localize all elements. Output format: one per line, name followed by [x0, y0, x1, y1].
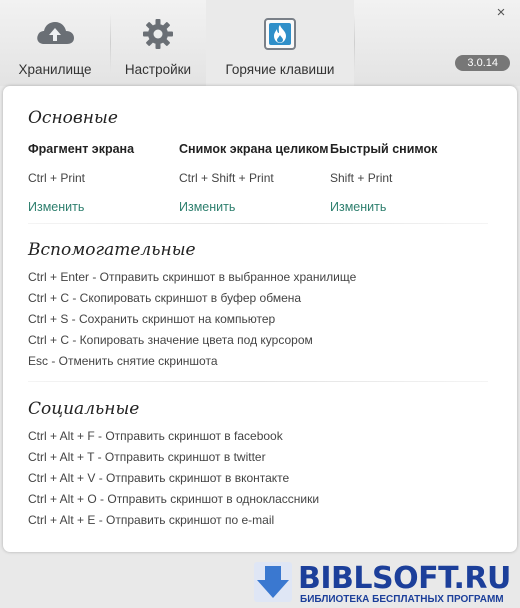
tab-storage-label: Хранилище [18, 62, 92, 77]
hotkey-column-quick: Быстрый снимок Shift + Print Изменить [330, 142, 480, 214]
hotkey-keys: Shift + Print [330, 171, 393, 185]
hotkey-line: Ctrl + Alt + V - Отправить скриншот в вк… [28, 471, 290, 485]
tab-storage[interactable]: Хранилище [0, 0, 110, 86]
watermark-brand: BIBLSOFT.RU [298, 561, 511, 596]
tab-hotkeys[interactable]: Горячие клавиши [206, 0, 354, 86]
change-link[interactable]: Изменить [28, 200, 178, 214]
watermark: BIBLSOFT.RU БИБЛИОТЕКА БЕСПЛАТНЫХ ПРОГРА… [250, 558, 520, 608]
version-badge: 3.0.14 [455, 55, 510, 71]
tab-hotkeys-label: Горячие клавиши [225, 62, 335, 77]
hotkey-title: Быстрый снимок [330, 142, 438, 156]
hotkey-line: Esc - Отменить снятие скриншота [28, 354, 218, 368]
hotkey-line: Ctrl + Alt + F - Отправить скриншот в fa… [28, 429, 283, 443]
hotkey-title: Фрагмент экрана [28, 142, 135, 156]
tab-settings-label: Настройки [124, 62, 192, 77]
section-title-social: Социальные [28, 399, 140, 419]
hotkey-line: Ctrl + C - Скопировать скриншот в буфер … [28, 291, 302, 305]
hotkey-line: Ctrl + Alt + O - Отправить скриншот в од… [28, 492, 320, 506]
hotkey-line: Ctrl + S - Сохранить скриншот на компьют… [28, 312, 276, 326]
hotkeys-panel: Основные Фрагмент экрана Ctrl + Print Из… [3, 86, 517, 552]
change-link[interactable]: Изменить [330, 200, 480, 214]
hotkey-column-fragment: Фрагмент экрана Ctrl + Print Изменить [28, 142, 178, 214]
change-link[interactable]: Изменить [179, 200, 329, 214]
hotkey-keys: Ctrl + Print [28, 171, 86, 185]
hotkey-line: Ctrl + Enter - Отправить скриншот в выбр… [28, 270, 357, 284]
hotkey-column-fullscreen: Снимок экрана целиком Ctrl + Shift + Pri… [179, 142, 329, 214]
section-title-main: Основные [28, 108, 118, 128]
toolbar: Хранилище Настройки Горячие клавиши 3.0.… [0, 0, 520, 86]
section-divider [28, 381, 488, 382]
toolbar-divider [354, 14, 355, 72]
hotkey-line: Ctrl + Alt + E - Отправить скриншот по e… [28, 513, 275, 527]
hotkey-line: Ctrl + C - Копировать значение цвета под… [28, 333, 313, 347]
flame-icon [264, 18, 296, 53]
section-divider [28, 223, 488, 224]
hotkey-title: Снимок экрана целиком [179, 142, 329, 156]
cloud-upload-icon [35, 18, 75, 49]
tab-settings[interactable]: Настройки [110, 0, 206, 86]
download-arrow-icon [252, 558, 294, 608]
hotkey-keys: Ctrl + Shift + Print [179, 171, 274, 185]
watermark-tagline: БИБЛИОТЕКА БЕСПЛАТНЫХ ПРОГРАММ [300, 594, 504, 605]
hotkey-line: Ctrl + Alt + T - Отправить скриншот в tw… [28, 450, 266, 464]
close-icon[interactable]: × [494, 5, 508, 20]
gear-icon [142, 18, 174, 53]
section-title-auxiliary: Вспомогательные [28, 240, 196, 260]
